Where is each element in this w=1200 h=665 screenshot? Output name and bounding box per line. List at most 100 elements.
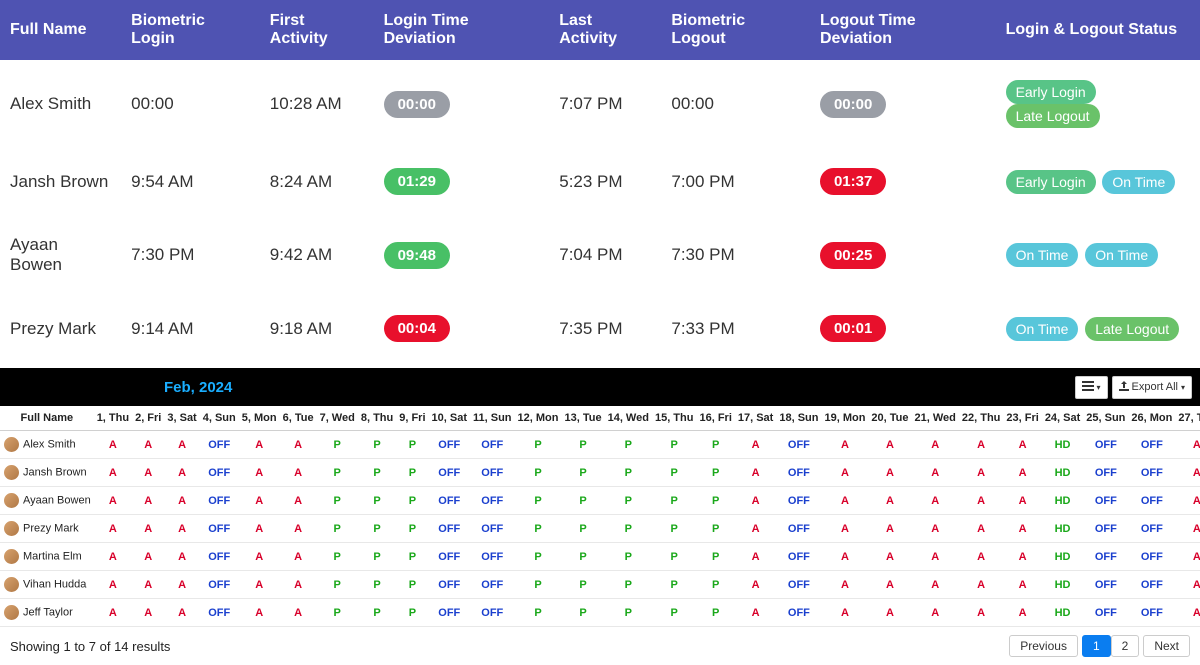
- col-day[interactable]: 9, Fri: [396, 406, 428, 431]
- attendance-row: Prezy MarkAAAOFFAAPPPOFFOFFPPPPPAOFFAAAA…: [0, 515, 1200, 543]
- first-activity-cell: 9:18 AM: [260, 295, 374, 362]
- attendance-cell: A: [912, 571, 959, 599]
- attendance-cell: OFF: [776, 571, 821, 599]
- attendance-cell: P: [515, 459, 562, 487]
- attendance-cell: A: [868, 431, 911, 459]
- attendance-cell: P: [696, 599, 734, 627]
- attendance-cell: P: [605, 487, 652, 515]
- column-header[interactable]: First Activity: [260, 0, 374, 60]
- col-day[interactable]: 3, Sat: [164, 406, 199, 431]
- column-header[interactable]: Last Activity: [549, 0, 661, 60]
- attendance-cell: A: [821, 431, 868, 459]
- first-activity-cell: 10:28 AM: [260, 60, 374, 148]
- attendance-cell: P: [358, 487, 396, 515]
- export-label: Export All: [1132, 381, 1178, 393]
- attendance-cell: A: [94, 431, 132, 459]
- biometric-login-cell: 00:00: [121, 60, 260, 148]
- col-day[interactable]: 12, Mon: [515, 406, 562, 431]
- col-day[interactable]: 20, Tue: [868, 406, 911, 431]
- attendance-cell: P: [652, 431, 697, 459]
- attendance-cell: OFF: [776, 543, 821, 571]
- column-header[interactable]: Login & Logout Status: [996, 0, 1200, 60]
- employee-name-cell: Ayaan Bowen: [0, 487, 94, 515]
- col-day[interactable]: 17, Sat: [735, 406, 776, 431]
- attendance-cell: OFF: [776, 459, 821, 487]
- attendance-cell: P: [696, 543, 734, 571]
- col-day[interactable]: 27, Tue: [1175, 406, 1200, 431]
- attendance-row: Jeff TaylorAAAOFFAAPPPOFFOFFPPPPPAOFFAAA…: [0, 599, 1200, 627]
- attendance-cell: OFF: [200, 515, 239, 543]
- column-header[interactable]: Biometric Login: [121, 0, 260, 60]
- attendance-cell: P: [652, 515, 697, 543]
- col-day[interactable]: 8, Thu: [358, 406, 396, 431]
- col-day[interactable]: 1, Thu: [94, 406, 132, 431]
- attendance-cell: A: [735, 571, 776, 599]
- attendance-cell: A: [1175, 459, 1200, 487]
- attendance-cell: A: [1003, 459, 1041, 487]
- attendance-cell: P: [317, 515, 358, 543]
- logout-deviation-cell: 01:37: [810, 148, 996, 215]
- next-button[interactable]: Next: [1143, 635, 1190, 657]
- attendance-cell: OFF: [200, 543, 239, 571]
- export-all-button[interactable]: Export All ▾: [1112, 376, 1192, 399]
- col-day[interactable]: 26, Mon: [1128, 406, 1175, 431]
- attendance-cell: OFF: [1083, 431, 1128, 459]
- attendance-cell: OFF: [429, 487, 470, 515]
- col-day[interactable]: 2, Fri: [132, 406, 164, 431]
- attendance-cell: OFF: [776, 431, 821, 459]
- page-button[interactable]: 2: [1111, 635, 1140, 657]
- col-day[interactable]: 24, Sat: [1042, 406, 1083, 431]
- attendance-cell: P: [317, 487, 358, 515]
- biometric-logout-cell: 7:33 PM: [661, 295, 810, 362]
- col-day[interactable]: 19, Mon: [821, 406, 868, 431]
- attendance-cell: A: [959, 515, 1004, 543]
- col-day[interactable]: 11, Sun: [470, 406, 515, 431]
- page-button[interactable]: 1: [1082, 635, 1111, 657]
- attendance-cell: A: [1003, 487, 1041, 515]
- attendance-cell: A: [164, 459, 199, 487]
- col-day[interactable]: 5, Mon: [239, 406, 280, 431]
- col-day[interactable]: 15, Thu: [652, 406, 697, 431]
- col-day[interactable]: 21, Wed: [912, 406, 959, 431]
- col-day[interactable]: 16, Fri: [696, 406, 734, 431]
- col-day[interactable]: 4, Sun: [200, 406, 239, 431]
- attendance-cell: P: [396, 543, 428, 571]
- caret-down-icon: ▾: [1181, 383, 1185, 392]
- attendance-cell: HD: [1042, 431, 1083, 459]
- prev-button[interactable]: Previous: [1009, 635, 1078, 657]
- attendance-cell: A: [1003, 515, 1041, 543]
- attendance-row: Ayaan BowenAAAOFFAAPPPOFFOFFPPPPPAOFFAAA…: [0, 487, 1200, 515]
- column-header[interactable]: Full Name: [0, 0, 121, 60]
- column-header[interactable]: Login Time Deviation: [374, 0, 550, 60]
- col-day[interactable]: 14, Wed: [605, 406, 652, 431]
- attendance-cell: A: [1175, 431, 1200, 459]
- col-day[interactable]: 6, Tue: [280, 406, 317, 431]
- attendance-cell: A: [1175, 515, 1200, 543]
- col-day[interactable]: 23, Fri: [1003, 406, 1041, 431]
- deviation-table: Full NameBiometric LoginFirst ActivityLo…: [0, 0, 1200, 362]
- attendance-cell: A: [132, 543, 164, 571]
- column-header[interactable]: Biometric Logout: [661, 0, 810, 60]
- attendance-cell: A: [821, 487, 868, 515]
- column-header[interactable]: Logout Time Deviation: [810, 0, 996, 60]
- col-day[interactable]: 25, Sun: [1083, 406, 1128, 431]
- col-full-name[interactable]: Full Name: [0, 406, 94, 431]
- col-day[interactable]: 18, Sun: [776, 406, 821, 431]
- attendance-cell: OFF: [470, 543, 515, 571]
- attendance-cell: A: [1003, 599, 1041, 627]
- logout-deviation-cell: 00:00: [810, 60, 996, 148]
- col-day[interactable]: 10, Sat: [429, 406, 470, 431]
- login-deviation-cell: 00:04: [374, 295, 550, 362]
- status-cell: On Time Late Logout: [996, 295, 1200, 362]
- view-toggle-button[interactable]: ▾: [1075, 376, 1108, 399]
- attendance-cell: OFF: [1083, 571, 1128, 599]
- attendance-cell: OFF: [1128, 599, 1175, 627]
- col-day[interactable]: 22, Thu: [959, 406, 1004, 431]
- attendance-cell: OFF: [470, 571, 515, 599]
- attendance-cell: OFF: [1083, 543, 1128, 571]
- table-header-row: Full NameBiometric LoginFirst ActivityLo…: [0, 0, 1200, 60]
- col-day[interactable]: 13, Tue: [561, 406, 604, 431]
- attendance-cell: OFF: [200, 431, 239, 459]
- col-day[interactable]: 7, Wed: [317, 406, 358, 431]
- last-activity-cell: 5:23 PM: [549, 148, 661, 215]
